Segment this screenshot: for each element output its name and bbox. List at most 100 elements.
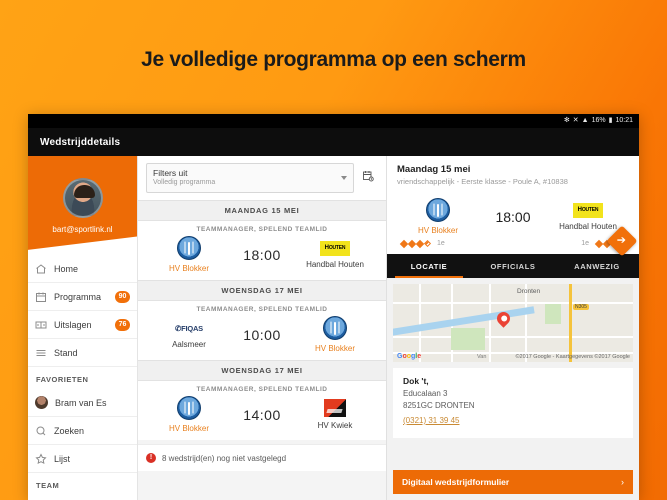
venue-phone-link[interactable]: (0321) 31 39 45 [403,416,460,425]
location-map[interactable]: Dronten N305 Google Van ©2017 Google - K… [393,284,633,362]
hv-blokker-logo [323,316,347,340]
mute-icon: ✕ [572,117,579,124]
sidebar-item-label: Stand [54,347,78,358]
filter-select[interactable]: Filters uit Volledig programma [146,163,354,193]
sidebar-item-label: Bram van Es [55,397,107,408]
match-role-label: TEAMMANAGER, SPELEND TEAMLID [196,386,328,393]
warning-row[interactable]: ! 8 wedstrijd(en) nog niet vastgelegd [138,444,386,471]
search-icon [35,425,47,437]
day-header: MAANDAG 15 MEI [138,200,386,221]
detail-match-row: HV Blokker 18:00 H OUTEN Handbal Houten [387,192,639,237]
home-team: HV Blokker [152,396,226,433]
match-list-column: Filters uit Volledig programma MAANDAG 1… [138,156,387,500]
status-bar: ✻ ✕ ▲ 16% ▮ 10:21 [28,114,639,128]
sidebar-item-label: Lijst [54,453,71,464]
hv-blokker-logo [177,236,201,260]
sidebar-item-bram-van-es[interactable]: Bram van Es [28,389,137,417]
sidebar-badge-programma: 90 [115,290,130,303]
detail-home-team-name: HV Blokker [417,226,458,235]
detail-away-team-name: Handbal Houten [559,221,617,231]
sidebar-item-programma[interactable]: Programma 90 [28,283,137,311]
clock-label: 10:21 [615,117,633,124]
star-icon [35,452,47,465]
tab-officials[interactable]: OFFICIALS [471,254,555,278]
match-time: 14:00 [243,406,281,423]
home-team-name: Aalsmeer [172,340,206,349]
handbal-houten-logo: H OUTEN [573,202,603,218]
page-title: Je volledige programma op een scherm [141,48,526,71]
sidebar-item-label: Zoeken [54,425,85,436]
cta-label: Digitaal wedstrijdformulier [402,477,510,487]
match-detail-column: Maandag 15 mei vriendschappelijk - Eerst… [387,156,639,500]
match-row[interactable]: TEAMMANAGER, SPELEND TEAMLID ✆FIQAS Aals… [138,301,386,360]
away-team-name: Handbal Houten [306,259,364,269]
filter-select-subvalue: Volledig programma [153,179,216,186]
app-bar-title: Wedstrijddetails [40,136,121,148]
tab-aanwezig[interactable]: AANWEZIG [555,254,639,278]
hv-blokker-logo [177,396,201,420]
sidebar-section-team: TEAM [36,481,60,490]
form-dot-half-icon [423,239,432,247]
home-form: 1e [399,239,491,248]
digitaal-wedstrijdformulier-button[interactable]: Digitaal wedstrijdformulier › [393,470,633,494]
filter-select-value: Filters uit [153,168,188,178]
map-highway [569,284,572,362]
home-team: ✆FIQAS Aalsmeer [152,320,226,350]
chevron-right-icon: › [621,477,624,487]
bluetooth-icon: ✻ [563,117,570,124]
detail-form-row: 1e 1e [387,237,639,254]
handbal-houten-logo: H OUTEN [320,240,350,256]
map-small-label: Van [477,354,487,360]
detail-home-team: HV Blokker [401,198,475,235]
map-green-area [451,328,485,350]
venue-address-card: Dok 't, Educalaan 3 8251GC DRONTEN (0321… [393,368,633,438]
match-row[interactable]: TEAMMANAGER, SPELEND TEAMLID HV Blokker … [138,221,386,280]
calendar-clock-icon[interactable] [362,170,378,186]
away-rank: 1e [581,240,589,247]
avatar [62,178,103,218]
sidebar-item-home[interactable]: Home [28,255,137,283]
sidebar-item-lijst[interactable]: Lijst [28,445,137,473]
sidebar-badge-uitslagen: 76 [115,318,130,331]
away-team: HV Blokker [298,316,372,353]
tablet-screenshot: ✻ ✕ ▲ 16% ▮ 10:21 Wedstrijddetails bart@… [28,114,639,500]
warning-text: 8 wedstrijd(en) nog niet vastgelegd [162,453,287,463]
list-icon [35,347,47,359]
calendar-icon [35,291,47,303]
away-team: H OUTEN Handbal Houten [298,240,372,269]
directions-arrow-icon: ➔ [617,234,627,247]
map-city-label: Dronten [517,288,541,295]
home-team-name: HV Blokker [168,264,209,273]
chevron-down-icon [341,176,347,180]
account-email: bart@sportlink.nl [52,225,113,234]
home-team-name: HV Blokker [168,424,209,433]
sidebar-item-label: Home [54,263,79,274]
sidebar-item-label: Uitslagen [54,319,92,330]
google-logo: Google [397,353,422,360]
home-icon [35,263,47,275]
sidebar-item-zoeken[interactable]: Zoeken [28,417,137,445]
hv-blokker-logo [426,198,450,222]
sidebar-menu: Home Programma 90 Uitslagen 76 Stand FAV… [28,252,137,500]
detail-tabs: LOCATIE OFFICIALS AANWEZIG [387,254,639,278]
map-green-area [545,304,561,324]
sidebar-item-stand[interactable]: Stand [28,339,137,367]
match-row[interactable]: TEAMMANAGER, SPELEND TEAMLID HV Blokker … [138,381,386,440]
map-attribution: ©2017 Google - Kaartgegevens ©2017 Googl… [515,354,630,360]
home-rank: 1e [437,240,445,247]
sidebar-section-favorieten: FAVORIETEN [36,375,89,384]
home-team: HV Blokker [152,236,226,273]
battery-percent-label: 16% [591,117,606,124]
venue-city: 8251GC DRONTEN [403,401,475,410]
sidebar: bart@sportlink.nl Home Programma 90 Uits… [28,156,138,500]
detail-subtitle: vriendschappelijk - Eerste klasse - Poul… [397,177,568,186]
filter-bar: Filters uit Volledig programma [138,156,386,200]
app-bar: Wedstrijddetails [28,128,639,156]
scoreboard-icon [35,319,47,331]
hv-kwiek-logo [324,399,346,417]
tab-locatie[interactable]: LOCATIE [387,254,471,278]
day-header: WOENSDAG 17 MEI [138,280,386,301]
match-time: 10:00 [243,326,281,343]
sidebar-account-header[interactable]: bart@sportlink.nl [28,156,137,252]
sidebar-item-uitslagen[interactable]: Uitslagen 76 [28,311,137,339]
